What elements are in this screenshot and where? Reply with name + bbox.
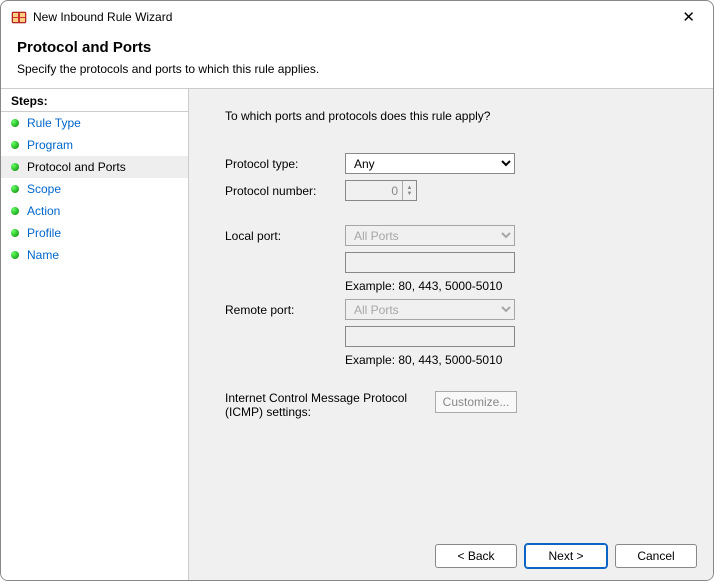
local-port-input xyxy=(345,252,515,273)
page-title: Protocol and Ports xyxy=(17,39,697,56)
window-title: New Inbound Rule Wizard xyxy=(33,10,674,24)
remote-port-label: Remote port: xyxy=(225,303,345,317)
sidebar-item-rule-type[interactable]: Rule Type xyxy=(1,112,188,134)
sidebar-item-program[interactable]: Program xyxy=(1,134,188,156)
local-port-row: Local port: All Ports xyxy=(225,225,689,246)
protocol-type-row: Protocol type: Any xyxy=(225,153,689,174)
wizard-main: To which ports and protocols does this r… xyxy=(189,89,713,580)
sidebar-item-label: Action xyxy=(27,204,60,218)
local-port-label: Local port: xyxy=(225,229,345,243)
remote-port-example: Example: 80, 443, 5000-5010 xyxy=(345,353,689,367)
bullet-icon xyxy=(11,185,19,193)
remote-port-specific-row xyxy=(225,326,689,347)
sidebar-item-protocol-and-ports[interactable]: Protocol and Ports xyxy=(1,156,188,178)
wizard-window: New Inbound Rule Wizard ✕ Protocol and P… xyxy=(0,0,714,581)
bullet-icon xyxy=(11,141,19,149)
sidebar-item-name[interactable]: Name xyxy=(1,244,188,266)
app-icon xyxy=(11,9,27,25)
steps-heading: Steps: xyxy=(1,91,188,112)
sidebar-item-action[interactable]: Action xyxy=(1,200,188,222)
sidebar-item-scope[interactable]: Scope xyxy=(1,178,188,200)
icmp-row: Internet Control Message Protocol (ICMP)… xyxy=(225,391,689,419)
sidebar-item-label: Program xyxy=(27,138,73,152)
next-button[interactable]: Next > xyxy=(525,544,607,568)
spinner-arrows-icon: ▲▼ xyxy=(402,181,416,200)
back-button[interactable]: < Back xyxy=(435,544,517,568)
titlebar: New Inbound Rule Wizard ✕ xyxy=(1,1,713,33)
sidebar-item-label: Scope xyxy=(27,182,61,196)
steps-sidebar: Steps: Rule Type Program Protocol and Po… xyxy=(1,89,189,580)
page-subtitle: Specify the protocols and ports to which… xyxy=(17,62,697,76)
local-port-specific-row xyxy=(225,252,689,273)
icmp-label: Internet Control Message Protocol (ICMP)… xyxy=(225,391,435,419)
customize-button: Customize... xyxy=(435,391,517,413)
protocol-number-input xyxy=(346,183,402,199)
bullet-icon xyxy=(11,229,19,237)
protocol-number-spinner: ▲▼ xyxy=(345,180,417,201)
instruction-text: To which ports and protocols does this r… xyxy=(225,109,689,123)
sidebar-item-profile[interactable]: Profile xyxy=(1,222,188,244)
wizard-body: Steps: Rule Type Program Protocol and Po… xyxy=(1,88,713,580)
sidebar-item-label: Protocol and Ports xyxy=(27,160,126,174)
remote-port-row: Remote port: All Ports xyxy=(225,299,689,320)
wizard-header: Protocol and Ports Specify the protocols… xyxy=(1,33,713,88)
protocol-type-label: Protocol type: xyxy=(225,157,345,171)
bullet-icon xyxy=(11,119,19,127)
local-port-select: All Ports xyxy=(345,225,515,246)
sidebar-item-label: Rule Type xyxy=(27,116,81,130)
sidebar-item-label: Name xyxy=(27,248,59,262)
sidebar-item-label: Profile xyxy=(27,226,61,240)
protocol-number-label: Protocol number: xyxy=(225,184,345,198)
protocol-number-row: Protocol number: ▲▼ xyxy=(225,180,689,201)
bullet-icon xyxy=(11,251,19,259)
remote-port-input xyxy=(345,326,515,347)
close-icon[interactable]: ✕ xyxy=(674,8,703,26)
wizard-footer: < Back Next > Cancel xyxy=(435,544,697,568)
protocol-type-select[interactable]: Any xyxy=(345,153,515,174)
local-port-example: Example: 80, 443, 5000-5010 xyxy=(345,279,689,293)
bullet-icon xyxy=(11,163,19,171)
bullet-icon xyxy=(11,207,19,215)
cancel-button[interactable]: Cancel xyxy=(615,544,697,568)
remote-port-select: All Ports xyxy=(345,299,515,320)
